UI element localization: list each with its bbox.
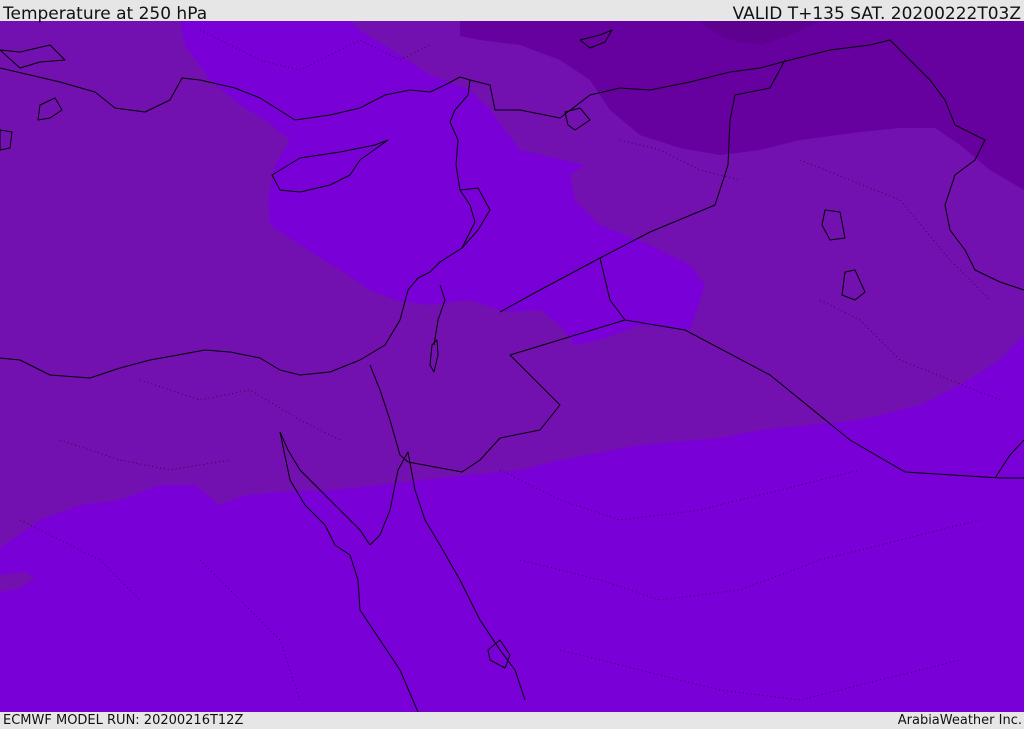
header-bar: Temperature at 250 hPa VALID T+135 SAT. … bbox=[0, 0, 1024, 24]
footer-bar: ECMWF MODEL RUN: 20200216T12Z ArabiaWeat… bbox=[0, 712, 1024, 729]
credit-label: ArabiaWeather Inc. bbox=[897, 713, 1022, 728]
temperature-field bbox=[0, 21, 1024, 712]
model-run-label: ECMWF MODEL RUN: 20200216T12Z bbox=[3, 713, 244, 728]
temperature-map bbox=[0, 21, 1024, 712]
map-title: Temperature at 250 hPa bbox=[3, 4, 208, 24]
valid-time-label: VALID T+135 SAT. 20200222T03Z bbox=[732, 4, 1021, 24]
